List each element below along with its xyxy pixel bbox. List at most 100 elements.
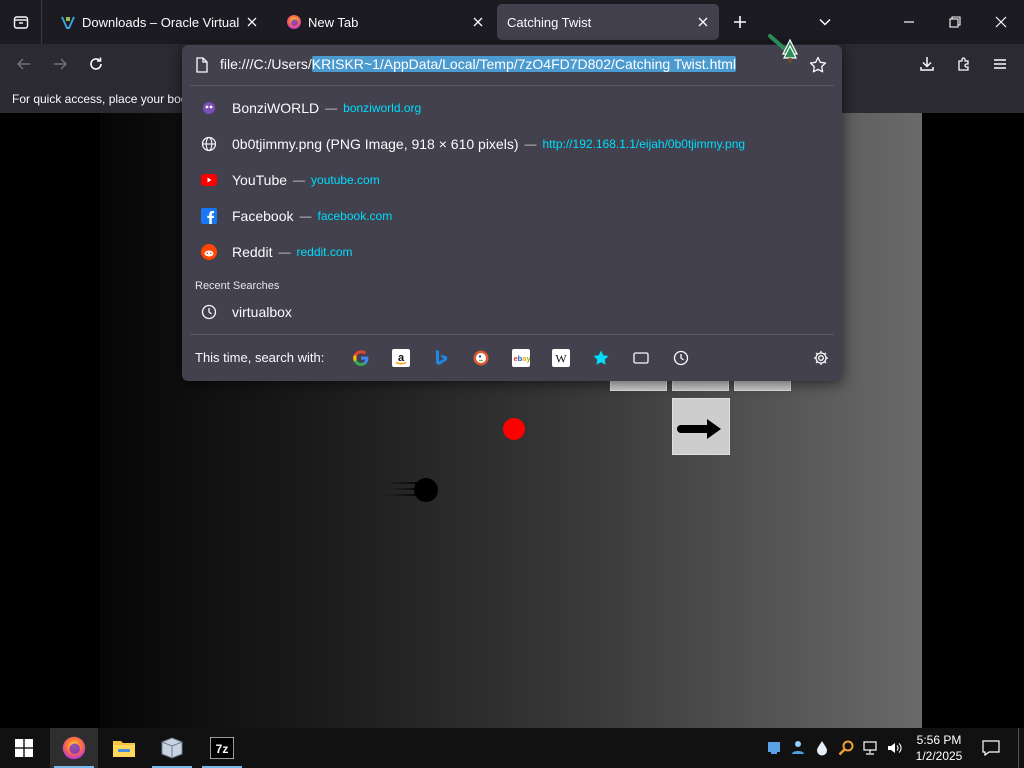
tab-list-chevron-down-icon[interactable] xyxy=(802,0,848,44)
suggestion-separator: — xyxy=(325,101,338,115)
restore-window-icon[interactable] xyxy=(932,0,978,44)
history-icon[interactable] xyxy=(670,347,692,369)
duckduckgo-icon[interactable] xyxy=(470,347,492,369)
notifications-icon[interactable] xyxy=(981,738,1001,758)
tab-strip: Downloads – Oracle VirtualBox New Tab Ca… xyxy=(0,0,1024,44)
reddit-icon xyxy=(200,243,218,261)
taskbar-virtualbox-icon[interactable] xyxy=(148,728,196,768)
windows-taskbar: 7z 5:56 PM 1/2/2025 xyxy=(0,728,1024,768)
bing-icon[interactable] xyxy=(430,347,452,369)
tab-title: New Tab xyxy=(308,14,359,30)
suggestion-url: reddit.com xyxy=(296,245,353,259)
ebay-icon[interactable]: ebay xyxy=(510,347,532,369)
suggestion-0b0tjimmy-png[interactable]: 0b0tjimmy.png (PNG Image, 918 × 610 pixe… xyxy=(192,127,832,161)
globe-icon xyxy=(200,135,218,153)
suggestion-facebook[interactable]: Facebook — facebook.com xyxy=(192,199,832,233)
suggestion-title: YouTube xyxy=(232,172,288,188)
taskbar-file-explorer-icon[interactable] xyxy=(100,728,148,768)
new-tab-plus-icon[interactable] xyxy=(717,0,763,44)
history-clock-icon xyxy=(200,303,218,321)
recent-searches-header: Recent Searches xyxy=(195,280,280,292)
downloads-arrow-icon[interactable] xyxy=(911,48,943,80)
suggestion-separator: — xyxy=(524,137,537,151)
red-target-dot xyxy=(503,418,525,440)
right-arrow-icon xyxy=(677,419,721,439)
recent-search-item[interactable]: virtualbox xyxy=(192,295,832,329)
forward-arrow-icon[interactable] xyxy=(44,48,76,80)
black-ball xyxy=(414,478,438,502)
game-arrow-tile xyxy=(672,398,730,455)
suggestion-title: Reddit xyxy=(232,244,273,260)
close-tab-icon[interactable] xyxy=(691,10,715,34)
youtube-icon xyxy=(200,171,218,189)
page-document-icon xyxy=(196,57,208,73)
list-all-tabs-icon[interactable] xyxy=(0,0,42,44)
close-tab-icon[interactable] xyxy=(240,10,264,34)
suggestion-url: http://192.168.1.1/eijah/0b0tjimmy.png xyxy=(542,137,746,151)
suggestion-youtube[interactable]: YouTube — youtube.com xyxy=(192,163,832,197)
bookmark-star-icon[interactable] xyxy=(808,55,828,75)
tray-droplet-icon[interactable] xyxy=(812,738,832,758)
recent-search-text: virtualbox xyxy=(232,304,292,320)
close-tab-icon[interactable] xyxy=(466,10,490,34)
clock-time: 5:56 PM xyxy=(916,733,962,747)
close-window-icon[interactable] xyxy=(978,0,1024,44)
address-bar-dropdown: file:///C:/Users/KRISKR~1/AppData/Local/… xyxy=(182,45,842,381)
url-input[interactable]: file:///C:/Users/KRISKR~1/AppData/Local/… xyxy=(220,56,737,72)
tray-network-icon[interactable] xyxy=(860,738,880,758)
windows-start-icon[interactable] xyxy=(0,728,48,768)
svg-text:W: W xyxy=(555,352,567,366)
tab-title: Downloads – Oracle VirtualBox xyxy=(82,14,240,30)
clock-date: 1/2/2025 xyxy=(915,749,963,763)
url-selected-text: KRISKR~1/AppData/Local/Temp/7zO4FD7D802/… xyxy=(311,56,737,72)
svg-text:a: a xyxy=(398,352,405,364)
mouse-cursor xyxy=(766,32,802,68)
firefox-favicon-icon xyxy=(286,14,302,30)
tab-virtualbox-downloads[interactable]: Downloads – Oracle VirtualBox xyxy=(46,4,268,40)
tray-network-share-icon[interactable] xyxy=(788,738,808,758)
svg-text:7z: 7z xyxy=(216,742,229,756)
suggestion-title: Facebook xyxy=(232,208,294,224)
tray-monitor-icon[interactable] xyxy=(764,738,784,758)
suggestion-url: bonziworld.org xyxy=(343,101,422,115)
suggestion-separator: — xyxy=(278,245,291,259)
virtualbox-favicon-icon xyxy=(60,14,76,30)
svg-text:ebay: ebay xyxy=(514,354,531,363)
suggestion-title: 0b0tjimmy.png (PNG Image, 918 × 610 pixe… xyxy=(232,136,519,152)
minimize-window-icon[interactable] xyxy=(886,0,932,44)
suggestion-url: facebook.com xyxy=(317,209,393,223)
suggestion-separator: — xyxy=(299,209,312,223)
desktop-screen: Downloads – Oracle VirtualBox New Tab Ca… xyxy=(0,0,1024,768)
back-arrow-icon[interactable] xyxy=(8,48,40,80)
extensions-puzzle-icon[interactable] xyxy=(948,48,980,80)
suggestion-bonziworld[interactable]: BonziWORLD — bonziworld.org xyxy=(192,91,832,125)
google-icon[interactable] xyxy=(350,347,372,369)
suggestion-reddit[interactable]: Reddit — reddit.com xyxy=(192,235,832,269)
suggestion-url: youtube.com xyxy=(311,173,380,187)
taskbar-7zip-icon[interactable]: 7z xyxy=(198,728,246,768)
taskbar-firefox-icon[interactable] xyxy=(50,728,98,768)
tab-catching-twist[interactable]: Catching Twist xyxy=(497,4,719,40)
url-input-row[interactable]: file:///C:/Users/KRISKR~1/AppData/Local/… xyxy=(182,45,842,85)
tab-new-tab[interactable]: New Tab xyxy=(272,4,494,40)
facebook-icon xyxy=(200,207,218,225)
show-desktop-divider[interactable] xyxy=(1018,728,1019,768)
bonziworld-favicon-icon xyxy=(200,99,218,117)
suggestion-title: BonziWORLD xyxy=(232,100,320,116)
tabs-icon[interactable] xyxy=(630,347,652,369)
divider xyxy=(190,85,834,86)
tab-title: Catching Twist xyxy=(507,14,592,30)
url-prefix: file:///C:/Users/ xyxy=(220,56,312,72)
taskbar-clock[interactable]: 5:56 PM 1/2/2025 xyxy=(906,732,972,764)
reload-icon[interactable] xyxy=(80,48,112,80)
search-with-label: This time, search with: xyxy=(195,350,325,365)
wikipedia-icon[interactable]: W xyxy=(550,347,572,369)
search-settings-gear-icon[interactable] xyxy=(810,347,832,369)
tray-search-magnifier-icon[interactable] xyxy=(836,738,856,758)
suggestion-separator: — xyxy=(293,173,306,187)
hamburger-menu-icon[interactable] xyxy=(984,48,1016,80)
divider xyxy=(190,334,834,335)
tray-volume-icon[interactable] xyxy=(884,738,904,758)
amazon-icon[interactable]: a xyxy=(390,347,412,369)
bookmarks-star-icon[interactable] xyxy=(590,347,612,369)
